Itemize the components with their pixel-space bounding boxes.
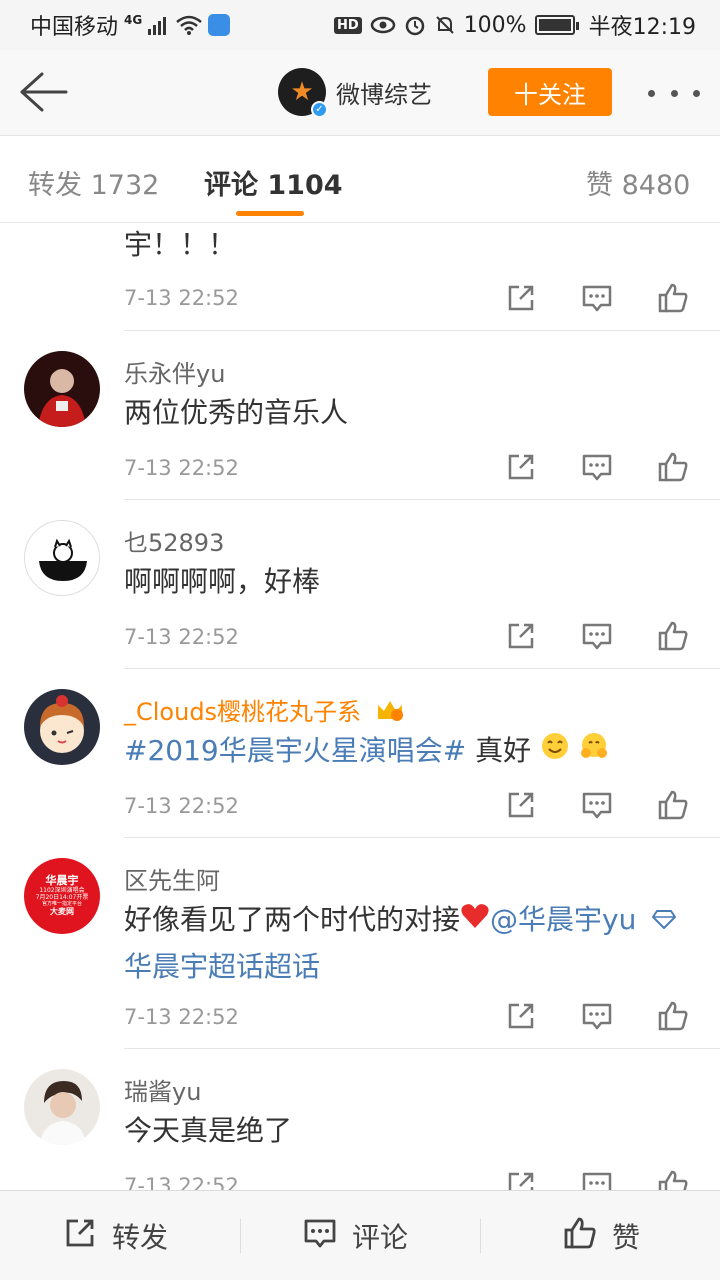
user-avatar[interactable] [24,689,100,765]
comment-icon[interactable] [580,450,614,484]
vip-crown-icon [375,697,405,729]
tab-likes[interactable]: 赞 8480 [586,163,690,202]
comment-username[interactable]: 区先生阿 [124,861,220,896]
status-bar: 中国移动 4G HD 100% 半夜12:19 [0,0,720,50]
bottom-bar-separator [240,1219,241,1253]
top-nav-bar: ★ ✓ 微博综艺 十关注 [0,50,720,136]
comment-icon[interactable] [580,1168,614,1190]
tab-comments[interactable]: 评论 1104 [204,163,343,202]
comment-item: 乐永伴yu 两位优秀的音乐人 7-13 22:52 [0,331,720,500]
comment-item: 乜52893 啊啊啊啊，好棒 7-13 22:52 [0,500,720,669]
comment-username-text[interactable]: _Clouds樱桃花丸子系 [124,698,361,726]
share-icon[interactable] [504,1168,538,1190]
mention-link[interactable]: @华晨宇yu [490,903,636,936]
comment-icon[interactable] [580,619,614,653]
active-tab-indicator [236,211,304,216]
supertopic-diamond-icon [651,898,677,944]
verified-badge-icon: ✓ [311,101,328,118]
repost-icon [62,1215,98,1258]
user-avatar[interactable] [24,1069,100,1145]
eye-icon [370,16,396,34]
tab-reposts[interactable]: 转发 1732 [28,163,159,202]
avatar-line: 大麦网 [50,907,74,917]
comment-time: 7-13 22:52 [124,286,239,310]
comment-text: 两位优秀的音乐人 [124,396,349,429]
comment-username[interactable]: 乐永伴yu [124,354,225,389]
comment-item: 瑞酱yu 今天真是绝了 7-13 22:52 [0,1049,720,1190]
user-avatar[interactable]: 华晨宇 1102深圳演唱会 7月20日14:07开票 官方唯一指定平台 大麦网 [24,858,100,934]
comment-text: 宇！！！ [124,228,237,261]
like-thumb-icon[interactable] [656,999,690,1033]
comment-username[interactable]: 瑞酱yu [124,1072,201,1107]
like-thumb-icon[interactable] [656,450,690,484]
repost-label: 转发 [112,1221,169,1254]
comment-text: #2019华晨宇火星演唱会# 真好 [124,728,694,775]
share-icon[interactable] [504,281,538,315]
hug-emoji-icon [579,729,609,775]
user-avatar[interactable] [24,520,100,596]
more-options-icon[interactable] [648,76,700,110]
comment-time: 7-13 22:52 [124,625,239,649]
comment-username[interactable]: _Clouds樱桃花丸子系 [124,692,405,729]
supertopic-link[interactable]: 华晨宇超话超话 [124,950,320,983]
comment-text: 今天真是绝了 [124,1114,293,1147]
comment-time: 7-13 22:52 [124,1174,239,1190]
repost-button[interactable]: 转发 [62,1191,168,1280]
comment-text: 啊啊啊啊，好棒 [124,565,321,598]
hd-icon: HD [334,16,362,34]
like-thumb-icon[interactable] [656,619,690,653]
share-icon[interactable] [504,999,538,1033]
back-arrow-icon[interactable] [18,70,70,114]
follow-button[interactable]: 十关注 [488,68,612,116]
comment-time: 7-13 22:52 [124,1005,239,1029]
security-app-icon [208,14,231,36]
comment-text: 好像看见了两个时代的对接 @华晨宇yu 华晨宇超话超话 [124,897,694,990]
comment-username[interactable]: 乜52893 [124,523,224,558]
star-logo-icon: ★ [290,77,314,107]
detail-tabs: 转发 1732 评论 1104 赞 8480 [0,137,720,223]
topic-link[interactable]: #2019华晨宇火星演唱会# [124,734,466,767]
heart-emoji-icon [460,898,490,944]
bottom-action-bar: 转发 评论 赞 [0,1190,720,1280]
comment-text-body: 好像看见了两个时代的对接 [124,903,461,936]
alarm-icon [404,14,426,36]
comment-icon[interactable] [580,281,614,315]
comment-label: 评论 [352,1221,409,1254]
share-icon[interactable] [504,788,538,822]
smile-emoji-icon [540,729,570,775]
carrier-label: 中国移动 [30,15,119,40]
like-button[interactable]: 赞 [562,1191,640,1280]
account-name[interactable]: 微博综艺 [336,75,432,110]
comment-icon[interactable] [580,999,614,1033]
comment-time: 7-13 22:52 [124,456,239,480]
clock: 半夜12:19 [588,15,696,40]
mute-bell-icon [434,14,456,36]
like-thumb-icon[interactable] [656,1168,690,1190]
comment-item: 宇！！！ 7-13 22:52 [0,224,720,331]
share-icon[interactable] [504,450,538,484]
comment-icon[interactable] [580,788,614,822]
account-avatar[interactable]: ★ ✓ [278,68,328,118]
comment-item: _Clouds樱桃花丸子系 #2019华晨宇火星演唱会# 真好 7-13 22:… [0,669,720,838]
comment-button[interactable]: 评论 [302,1191,408,1280]
account-info[interactable]: ★ ✓ 微博综艺 [278,68,432,118]
comment-icon [302,1215,338,1258]
share-icon[interactable] [504,619,538,653]
comment-time: 7-13 22:52 [124,794,239,818]
comment-list[interactable]: 宇！！！ 7-13 22:52 乐永伴yu 两位优秀的音乐人 7-13 22:5… [0,224,720,1190]
battery-icon [534,15,579,35]
comment-item: 华晨宇 1102深圳演唱会 7月20日14:07开票 官方唯一指定平台 大麦网 … [0,838,720,1049]
wifi-icon [176,15,203,35]
comment-text-body: 真好 [466,734,532,767]
battery-percent: 100% [463,12,527,38]
network-type: 4G [124,13,143,27]
like-thumb-icon [562,1215,598,1258]
like-thumb-icon[interactable] [656,788,690,822]
like-thumb-icon[interactable] [656,281,690,315]
bottom-bar-separator [480,1219,481,1253]
signal-icon [148,15,170,35]
like-label: 赞 [612,1221,641,1254]
user-avatar[interactable] [24,351,100,427]
